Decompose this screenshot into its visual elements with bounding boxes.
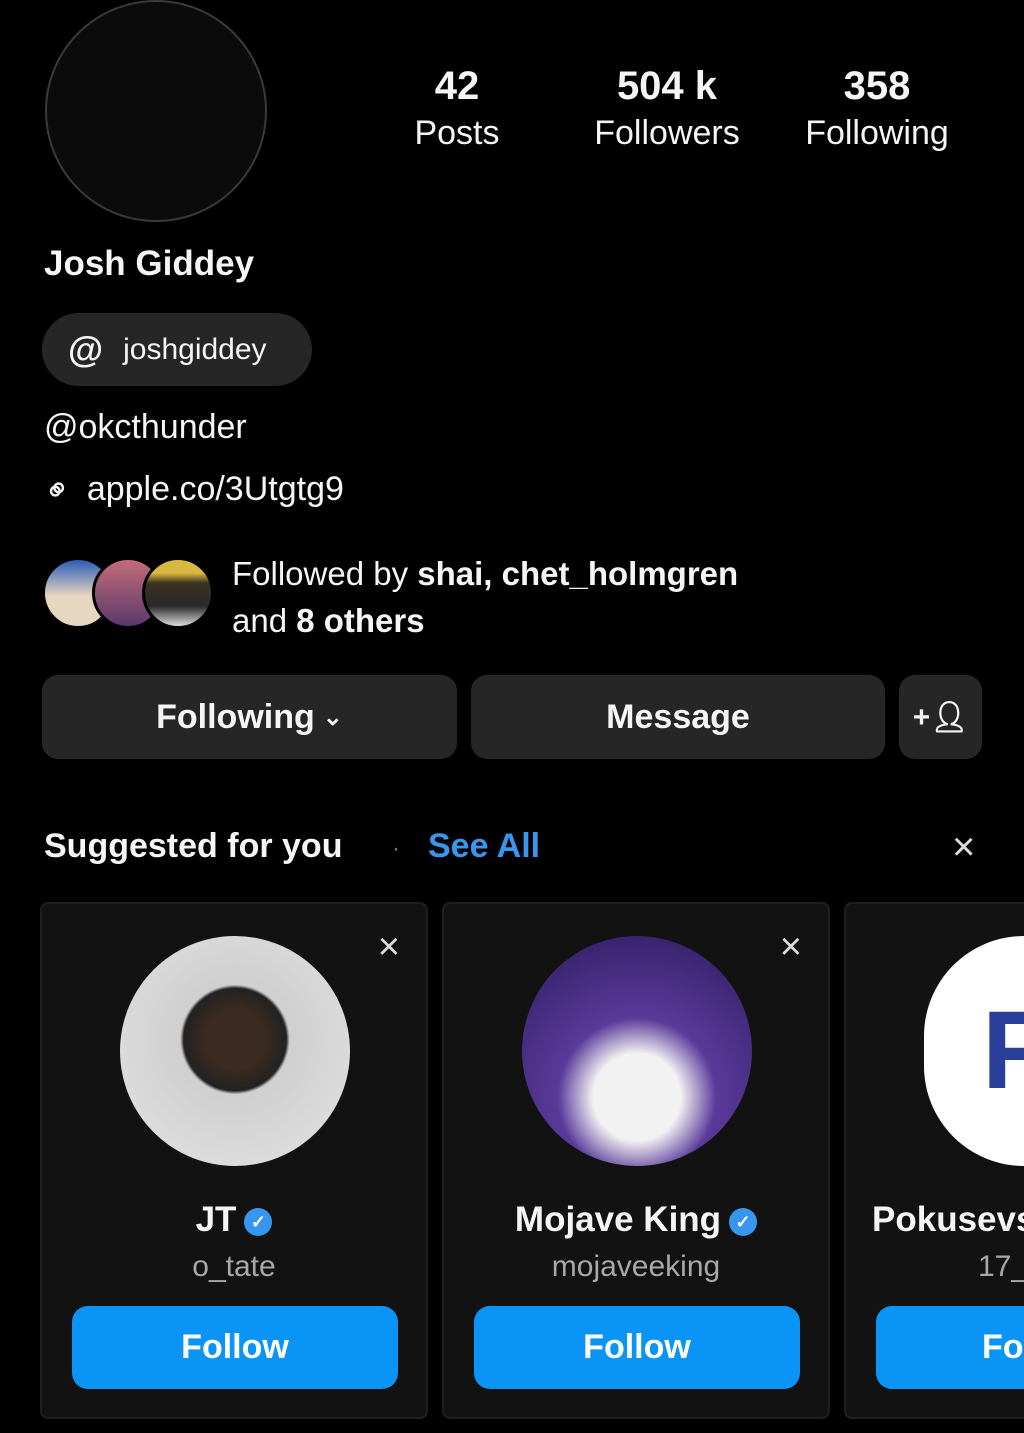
suggestion-handle: o_tate: [192, 1250, 276, 1283]
separator-dot: ·: [392, 835, 400, 862]
stat-followers[interactable]: 504 k Followers: [572, 62, 762, 156]
suggested-title: Suggested for you: [44, 827, 343, 865]
follower-avatar[interactable]: [142, 557, 214, 629]
suggestion-card[interactable]: F Pokusevs 17_ Fo: [844, 902, 1024, 1419]
bio-mention[interactable]: @okcthunder: [44, 408, 247, 447]
follow-button[interactable]: Follow: [474, 1306, 800, 1389]
dismiss-icon[interactable]: ×: [780, 926, 802, 969]
add-user-button[interactable]: +👤︎: [899, 675, 982, 759]
link-icon: ⚭: [35, 467, 80, 512]
suggestion-handle: mojaveeking: [551, 1250, 721, 1283]
chevron-down-icon: ⌄: [322, 703, 343, 731]
threads-icon: @: [68, 328, 104, 370]
suggestion-name: Pokusevs: [872, 1200, 1024, 1239]
suggestion-name: JT ✓: [42, 1200, 426, 1240]
message-button[interactable]: Message: [471, 675, 885, 759]
suggestion-avatar[interactable]: [522, 936, 752, 1166]
verified-icon: ✓: [729, 1207, 758, 1236]
threads-badge[interactable]: @ joshgiddey: [42, 313, 312, 386]
profile-avatar[interactable]: [45, 0, 267, 222]
close-suggestions-icon[interactable]: ×: [952, 825, 975, 870]
stat-following[interactable]: 358 Following: [782, 62, 972, 156]
threads-handle: joshgiddey: [123, 332, 267, 366]
stat-posts[interactable]: 42 Posts: [362, 62, 552, 156]
see-all-link[interactable]: See All: [428, 827, 540, 866]
suggestion-card[interactable]: × JT ✓ o_tate Follow: [40, 902, 428, 1419]
suggestion-name: Mojave King ✓: [444, 1200, 828, 1240]
profile-name: Josh Giddey: [44, 244, 255, 283]
following-button[interactable]: Following ⌄: [42, 675, 457, 759]
follow-button[interactable]: Fo: [876, 1306, 1024, 1389]
suggestion-card[interactable]: × Mojave King ✓ mojaveeking Follow: [442, 902, 830, 1419]
followed-by-text[interactable]: Followed by shai, chet_holmgren and 8 ot…: [232, 550, 738, 644]
suggestion-avatar[interactable]: F: [924, 936, 1024, 1166]
profile-link[interactable]: ⚭ apple.co/3Utgtg9: [35, 467, 344, 511]
dismiss-icon[interactable]: ×: [378, 926, 400, 969]
suggestion-handle: 17_: [978, 1250, 1024, 1283]
verified-icon: ✓: [244, 1207, 273, 1236]
follow-button[interactable]: Follow: [72, 1306, 398, 1389]
add-user-icon: +👤︎: [912, 700, 969, 734]
suggestion-avatar[interactable]: [120, 936, 350, 1166]
